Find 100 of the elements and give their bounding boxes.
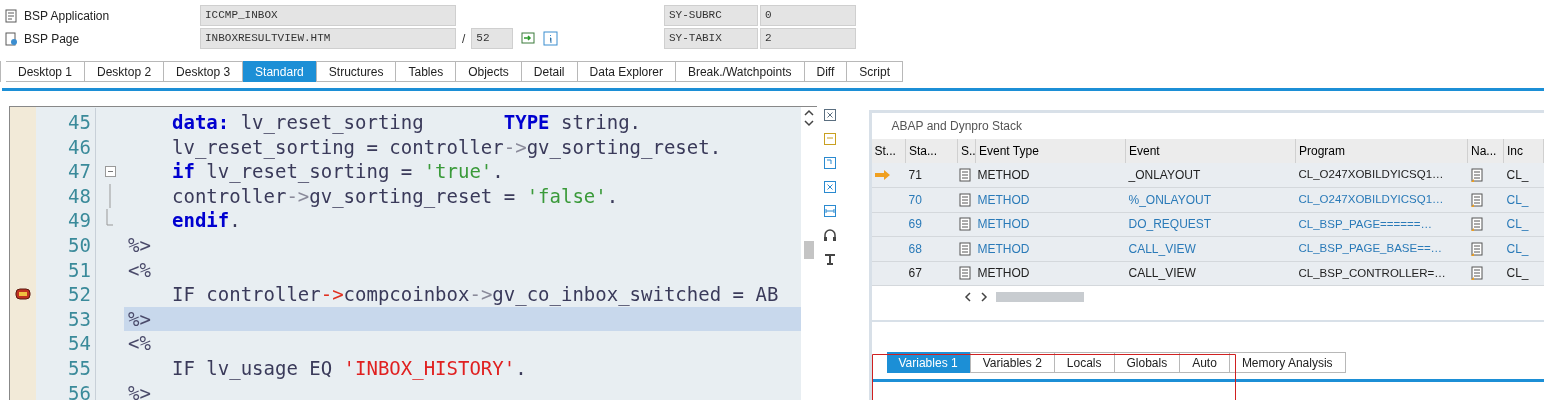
table-cell: METHOD <box>975 236 1126 261</box>
code-line: endif. <box>171 208 242 233</box>
table-cell: CL_ <box>1503 163 1544 188</box>
field-label: SY-TABIX <box>664 28 758 49</box>
document-icon <box>1470 192 1483 207</box>
tab[interactable]: Break./Watchpoints <box>675 61 805 82</box>
line-number: 55 <box>36 354 96 383</box>
line-number: 54 <box>36 329 96 358</box>
code-line: if lv_reset_sorting = 'true'. <box>171 159 505 184</box>
document-icon <box>1470 217 1483 232</box>
scroll-right-icon[interactable] <box>979 292 988 302</box>
table-cell: CL_ <box>1503 261 1544 286</box>
tab[interactable]: Tables <box>396 61 457 82</box>
code-line: <% <box>127 331 152 356</box>
code-line: data: lv_reset_sorting TYPE string. <box>171 110 643 135</box>
tab[interactable]: Desktop 1 <box>6 61 86 82</box>
document-icon <box>958 217 971 232</box>
navigate-icon[interactable] <box>521 31 536 45</box>
table-cell: CALL_VIEW <box>1125 261 1296 286</box>
table-cell: 71 <box>905 163 958 188</box>
collapse-icon[interactable] <box>104 166 116 177</box>
table-cell: CL_BSP_PAGE======… <box>1295 212 1468 237</box>
table-cell: CL_BSP_PAGE_BASE==… <box>1295 236 1468 261</box>
code-line: <% <box>127 257 152 283</box>
table-cell: CL_ <box>1503 236 1544 261</box>
line-number: 45 <box>36 108 96 137</box>
tab[interactable]: Objects <box>456 61 522 82</box>
document-icon <box>958 192 971 207</box>
value-field: ICCMP_INBOX <box>200 5 456 26</box>
stack-row[interactable]: 67 METHOD CALL_VIEW CL_BSP_CONTROLLER=… CL_ <box>871 261 1544 286</box>
tab[interactable]: Auto <box>1180 352 1230 373</box>
page-icon <box>4 31 18 46</box>
table-cell: CL_ <box>1503 212 1544 237</box>
scroll-thumb[interactable] <box>803 241 814 259</box>
line-number: 52 <box>36 280 96 309</box>
tab[interactable]: Diff <box>804 61 848 82</box>
stack-row[interactable]: 70 METHOD %_ONLAYOUT CL_O247XOBILDYICSQ1… CL_ <box>871 187 1544 212</box>
resize-icon[interactable] <box>822 204 837 218</box>
document-icon <box>1470 241 1483 256</box>
field-label: BSP Page <box>24 30 81 48</box>
line-number: 53 <box>36 304 96 334</box>
table-cell: 67 <box>905 261 958 286</box>
scroll-left-icon[interactable] <box>963 292 972 302</box>
code-line: %> <box>127 233 152 258</box>
line-number: 49 <box>36 206 96 235</box>
line-number: 47 <box>36 157 96 186</box>
line-number: 46 <box>36 132 96 162</box>
table-cell: CL_O247XOBILDYICSQ1… <box>1295 163 1468 188</box>
tab[interactable]: Variables 1 <box>886 352 971 373</box>
code-line: lv_reset_sorting = controller->gv_sorting_reset. <box>171 134 723 160</box>
panel-title: ABAP and Dynpro Stack <box>890 118 1024 135</box>
code-line: %> <box>127 380 152 400</box>
value-field: INBOXRESULTVIEW.HTM <box>200 28 456 49</box>
info-icon[interactable] <box>543 31 559 46</box>
delete-icon[interactable] <box>822 180 837 194</box>
tab[interactable]: Detail <box>521 61 578 82</box>
tab[interactable]: Script <box>847 61 903 82</box>
table-cell: 69 <box>905 212 958 237</box>
stack-row[interactable]: 69 METHOD DO_REQUEST CL_BSP_PAGE======… CL_ <box>871 212 1544 237</box>
table-cell: %_ONLAYOUT <box>1125 187 1296 212</box>
close-icon[interactable] <box>822 108 837 122</box>
copy-icon[interactable] <box>822 156 837 170</box>
application-icon <box>4 8 18 23</box>
document-icon <box>958 266 971 281</box>
code-line: IF lv_usage EQ 'INBOX_HISTORY'. <box>171 356 528 381</box>
value-field: 2 <box>760 28 856 49</box>
tab[interactable]: Desktop 2 <box>85 61 165 82</box>
table-cell: METHOD <box>975 261 1126 286</box>
separator-text: / <box>462 30 466 48</box>
document-icon <box>1470 266 1483 281</box>
document-icon <box>958 241 971 256</box>
document-icon <box>1470 168 1483 182</box>
tab[interactable]: Desktop 3 <box>164 61 244 82</box>
table-cell: DO_REQUEST <box>1125 212 1296 237</box>
field-label: SY-SUBRC <box>664 5 758 26</box>
scroll-down-icon[interactable] <box>803 119 814 127</box>
tab[interactable]: Standard <box>243 61 317 82</box>
stack-row[interactable]: 71 METHOD _ONLAYOUT CL_O247XOBILDYICSQ1… CL_ <box>871 163 1544 188</box>
table-cell: CALL_VIEW <box>1125 236 1296 261</box>
breakpoint-icon[interactable] <box>15 288 31 301</box>
field-label: BSP Application <box>24 7 111 25</box>
table-cell: _ONLAYOUT <box>1125 163 1296 188</box>
table-cell: METHOD <box>975 212 1126 237</box>
tab[interactable]: Data Explorer <box>577 61 676 82</box>
table-cell: CL_BSP_CONTROLLER=… <box>1295 261 1468 286</box>
table-cell: METHOD <box>975 187 1126 212</box>
tab[interactable]: Structures <box>316 61 397 82</box>
horizontal-scroll-thumb[interactable] <box>995 292 1084 302</box>
table-cell: CL_ <box>1503 187 1544 212</box>
line-number: 51 <box>36 255 96 285</box>
line-number: 48 <box>36 181 96 211</box>
scroll-up-icon[interactable] <box>803 109 814 117</box>
table-cell: METHOD <box>975 163 1126 188</box>
stack-row[interactable]: 68 METHOD CALL_VIEW CL_BSP_PAGE_BASE==… CL_ <box>871 236 1544 261</box>
tab[interactable]: Memory Analysis <box>1229 352 1346 373</box>
headset-icon[interactable] <box>822 228 837 242</box>
value-field: 52 <box>471 28 514 49</box>
document-icon <box>958 168 971 182</box>
code-line: controller->gv_sorting_reset = 'false'. <box>171 183 620 209</box>
fold-line <box>109 184 111 209</box>
